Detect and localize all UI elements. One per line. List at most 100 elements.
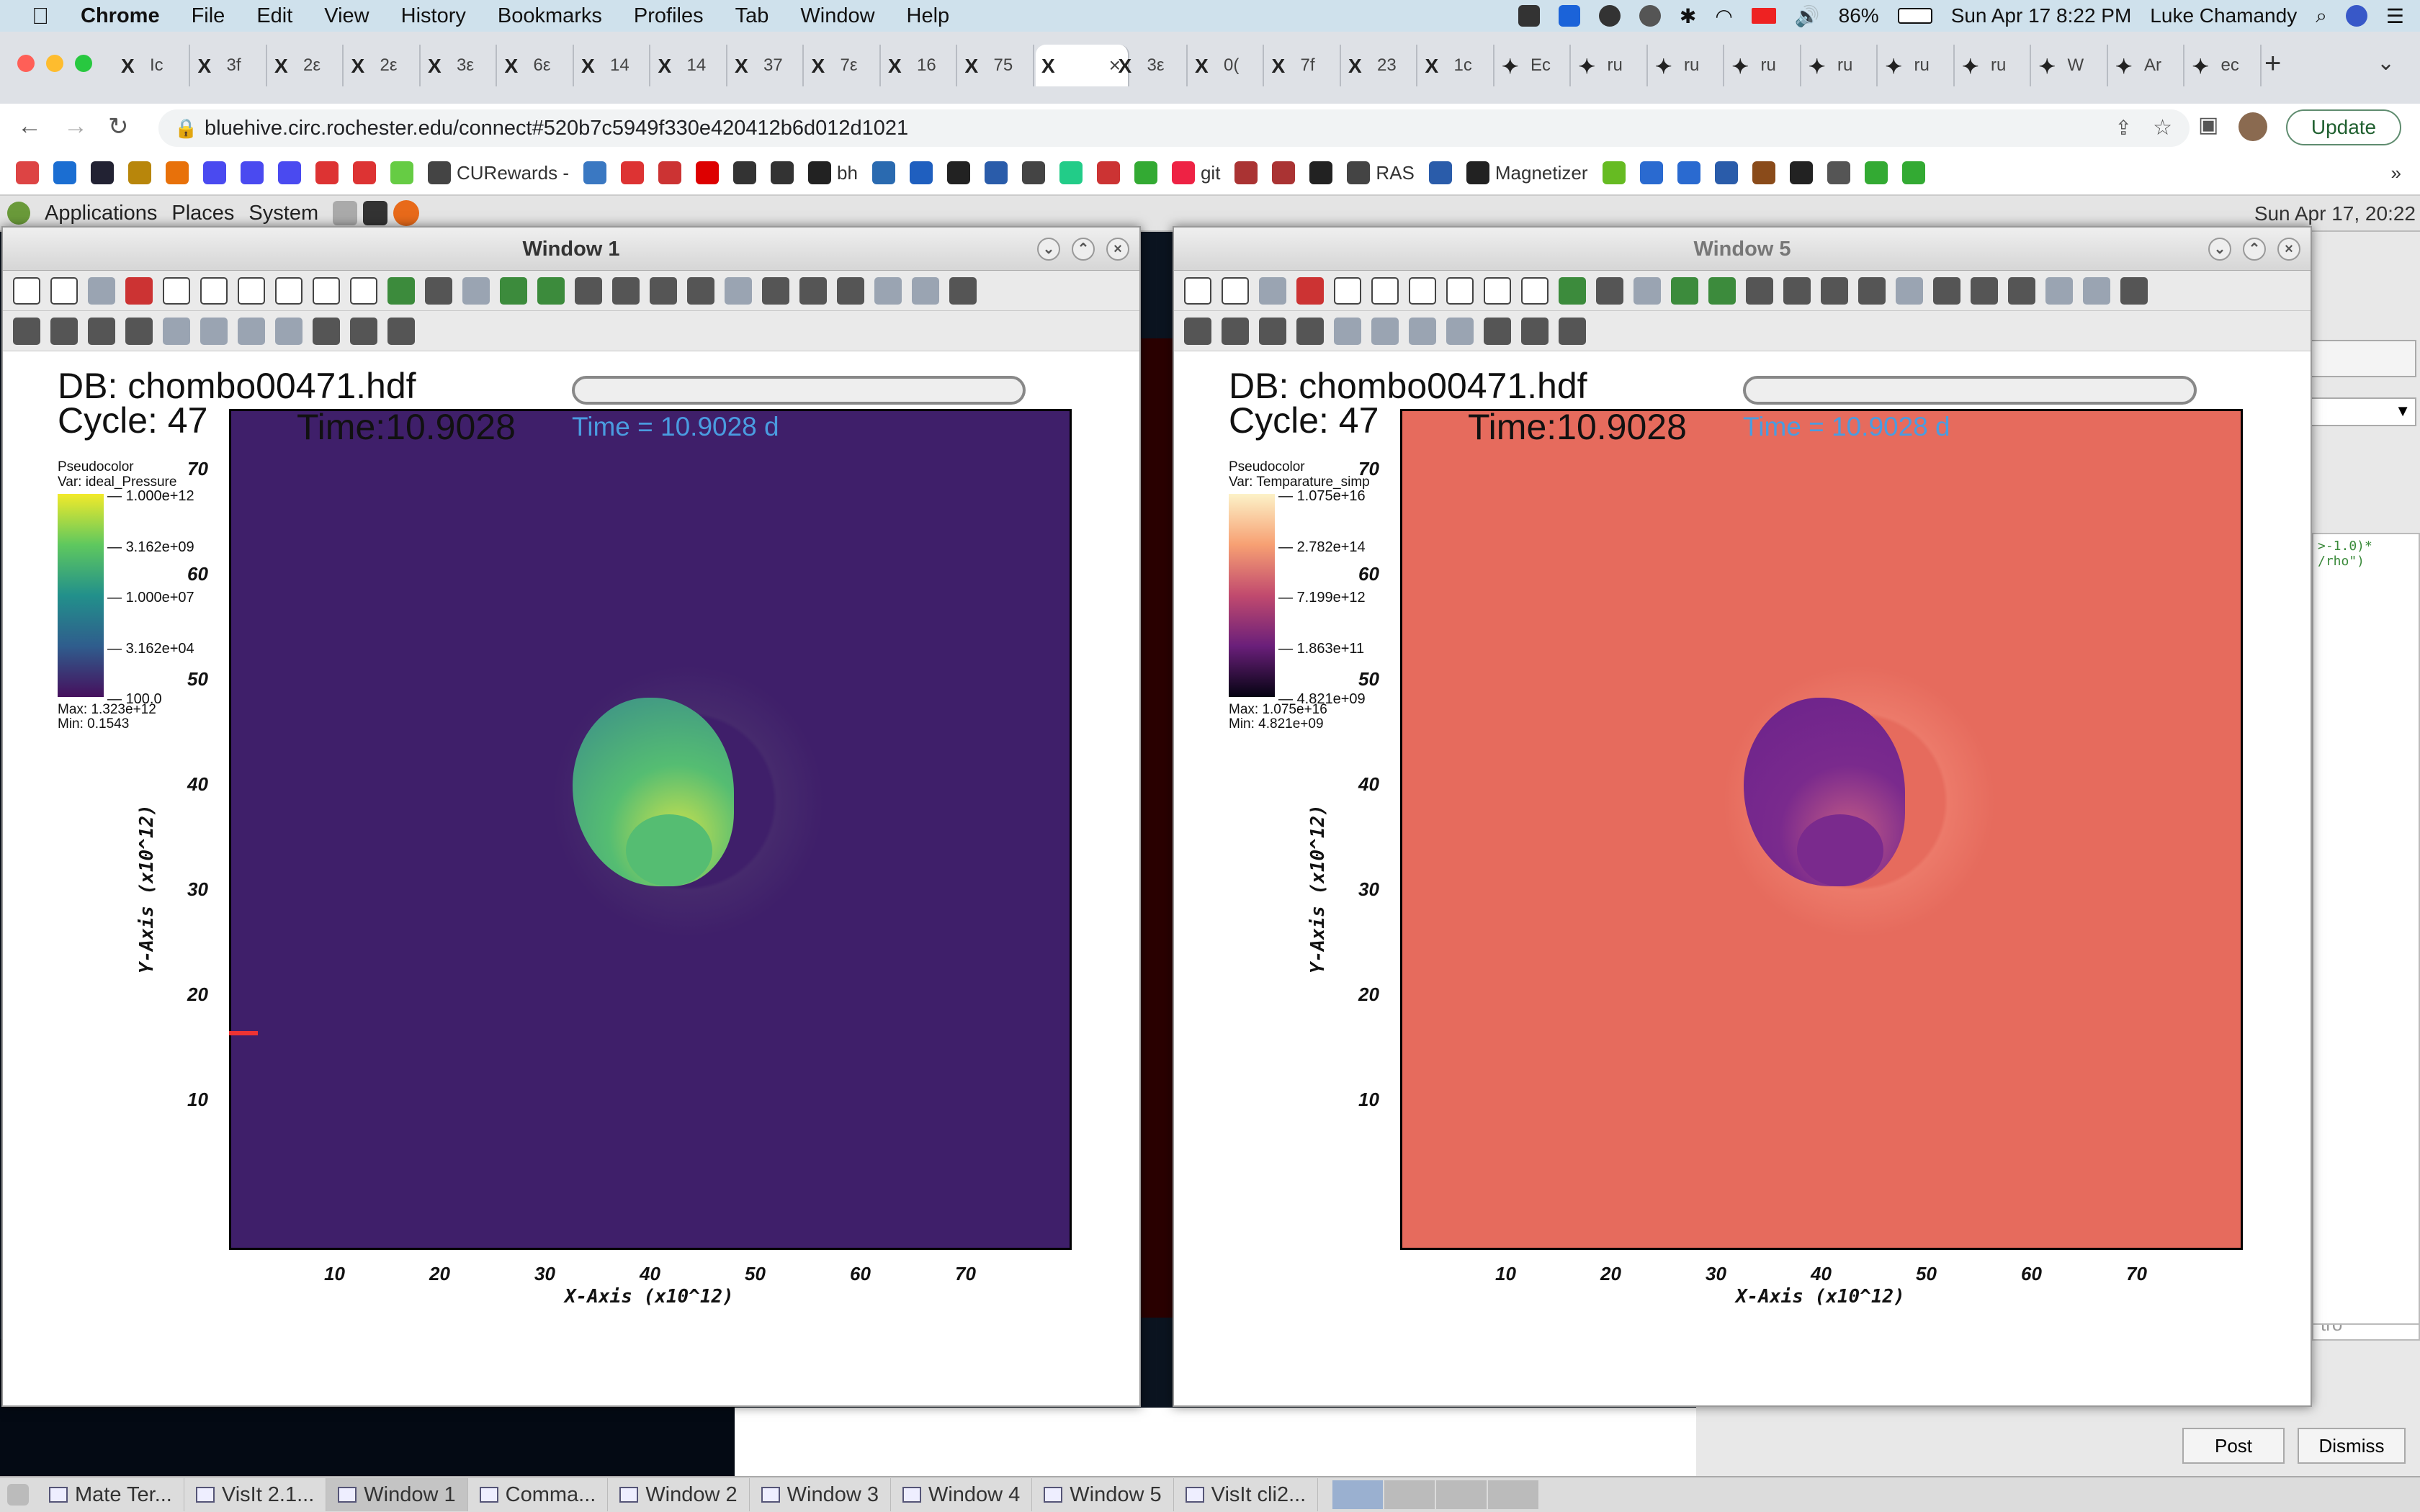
browser-tab[interactable]: X 16 bbox=[882, 45, 957, 86]
toolbar-button-icon[interactable] bbox=[650, 276, 677, 305]
bookmark-item[interactable] bbox=[1714, 161, 1738, 184]
tab-search-icon[interactable]: ⌄ bbox=[2377, 50, 2395, 76]
mac-menu-edit[interactable]: Edit bbox=[256, 4, 292, 28]
dialog-dropdown[interactable]: ▼ bbox=[2308, 397, 2416, 426]
menu-clock[interactable]: Sun Apr 17 8:22 PM bbox=[1951, 4, 2132, 27]
bookmark-item[interactable] bbox=[278, 161, 301, 184]
bookmark-item[interactable] bbox=[733, 161, 757, 184]
bookmark-item[interactable] bbox=[353, 161, 376, 184]
browser-tab[interactable]: ✦ ru bbox=[1649, 45, 1724, 86]
bookmark-item[interactable] bbox=[1864, 161, 1888, 184]
interaction-tool-icon[interactable] bbox=[387, 317, 415, 345]
interaction-tool-icon[interactable] bbox=[1371, 317, 1399, 345]
bookmark-item[interactable] bbox=[1309, 161, 1333, 184]
pseudocolor-plot[interactable] bbox=[229, 409, 1072, 1250]
lock-icon[interactable]: 🔒 bbox=[174, 109, 197, 147]
maximize-icon[interactable]: ⌃ bbox=[1072, 238, 1095, 261]
toolbar-button-icon[interactable] bbox=[1634, 276, 1661, 305]
toolbar-button-icon[interactable] bbox=[238, 276, 265, 305]
mac-menu-file[interactable]: File bbox=[192, 4, 225, 28]
user-name[interactable]: Luke Chamandy bbox=[2150, 4, 2297, 27]
browser-tab[interactable]: X 7f bbox=[1266, 45, 1341, 86]
toolbar-button-icon[interactable] bbox=[1746, 276, 1773, 305]
interaction-tool-icon[interactable] bbox=[88, 317, 115, 345]
show-desktop-icon[interactable] bbox=[7, 1484, 29, 1506]
toolbar-button-icon[interactable] bbox=[387, 276, 415, 305]
bluetooth-icon[interactable]: ✱ bbox=[1680, 4, 1696, 28]
mac-menu-tab[interactable]: Tab bbox=[735, 4, 769, 28]
battery-icon[interactable] bbox=[1897, 8, 1932, 24]
zoom-window-icon[interactable] bbox=[75, 55, 92, 72]
update-button[interactable]: Update bbox=[2286, 109, 2401, 145]
bookmark-item[interactable] bbox=[1428, 161, 1452, 184]
browser-tab[interactable]: X 23 bbox=[1343, 45, 1417, 86]
bookmark-item[interactable] bbox=[871, 161, 895, 184]
browser-tab[interactable]: X 2ε bbox=[346, 45, 421, 86]
bookmark-item[interactable] bbox=[1602, 161, 1626, 184]
close-icon[interactable]: × bbox=[2277, 238, 2300, 261]
toolbar-button-icon[interactable] bbox=[575, 276, 602, 305]
interaction-tool-icon[interactable] bbox=[13, 317, 40, 345]
browser-tab[interactable]: X 6ε bbox=[499, 45, 574, 86]
taskbar-item[interactable]: VisIt 2.1... bbox=[184, 1478, 327, 1511]
interaction-tool-icon[interactable] bbox=[1184, 317, 1211, 345]
toolbar-button-icon[interactable] bbox=[687, 276, 714, 305]
bookmark-item[interactable] bbox=[128, 161, 151, 184]
forward-icon[interactable]: → bbox=[63, 112, 88, 140]
interaction-tool-icon[interactable] bbox=[1521, 317, 1549, 345]
browser-tab[interactable]: X 3f bbox=[192, 45, 267, 86]
status-app-icon[interactable] bbox=[1518, 5, 1540, 27]
toolbar-button-icon[interactable] bbox=[1484, 276, 1511, 305]
toolbar-button-icon[interactable] bbox=[1259, 276, 1286, 305]
toolbar-button-icon[interactable] bbox=[2083, 276, 2110, 305]
taskbar-item[interactable]: Window 2 bbox=[608, 1478, 750, 1511]
toolbar-button-icon[interactable] bbox=[1559, 276, 1586, 305]
wifi-icon[interactable]: ◠ bbox=[1715, 4, 1732, 28]
toolbar-button-icon[interactable] bbox=[200, 276, 228, 305]
window-title-bar[interactable]: Window 1 ⌄ ⌃ × bbox=[3, 228, 1139, 271]
bookmark-item[interactable] bbox=[1789, 161, 1813, 184]
mate-menu-places[interactable]: Places bbox=[171, 202, 234, 225]
browser-tab[interactable]: ✦ ru bbox=[1956, 45, 2031, 86]
bookmark-item[interactable] bbox=[984, 161, 1008, 184]
bookmark-item[interactable] bbox=[1752, 161, 1775, 184]
bookmark-item[interactable] bbox=[315, 161, 339, 184]
bookmark-item[interactable] bbox=[621, 161, 645, 184]
interaction-tool-icon[interactable] bbox=[1559, 317, 1586, 345]
toolbar-button-icon[interactable] bbox=[313, 276, 340, 305]
interaction-tool-icon[interactable] bbox=[350, 317, 377, 345]
dialog-code-area[interactable]: >-1.0)* /rho") bbox=[2312, 533, 2420, 1325]
toolbar-button-icon[interactable] bbox=[949, 276, 977, 305]
mac-menu-profiles[interactable]: Profiles bbox=[634, 4, 704, 28]
interaction-tool-icon[interactable] bbox=[1296, 317, 1324, 345]
bookmark-item[interactable] bbox=[1134, 161, 1157, 184]
terminal-launcher-icon[interactable] bbox=[363, 201, 388, 225]
minimize-window-icon[interactable] bbox=[46, 55, 63, 72]
toolbar-button-icon[interactable] bbox=[1296, 276, 1324, 305]
flag-icon[interactable] bbox=[1751, 8, 1776, 24]
toolbar-button-icon[interactable] bbox=[1409, 276, 1436, 305]
toolbar-button-icon[interactable] bbox=[350, 276, 377, 305]
time-slider[interactable] bbox=[572, 376, 1026, 405]
browser-tab[interactable]: ✦ ru bbox=[1880, 45, 1955, 86]
toolbar-button-icon[interactable] bbox=[1334, 276, 1361, 305]
close-icon[interactable]: × bbox=[1106, 238, 1129, 261]
interaction-tool-icon[interactable] bbox=[313, 317, 340, 345]
bookmark-item[interactable] bbox=[1234, 161, 1258, 184]
spotlight-icon[interactable]: ⌕ bbox=[2316, 4, 2327, 28]
toolbar-button-icon[interactable] bbox=[1896, 276, 1923, 305]
toolbar-button-icon[interactable] bbox=[1222, 276, 1249, 305]
browser-tab[interactable]: ✦ Ec bbox=[1496, 45, 1571, 86]
app-menu[interactable]: Chrome bbox=[81, 4, 160, 28]
taskbar-item[interactable]: Comma... bbox=[468, 1478, 609, 1511]
mac-menu-window[interactable]: Window bbox=[800, 4, 874, 28]
toolbar-button-icon[interactable] bbox=[13, 276, 40, 305]
toolbar-button-icon[interactable] bbox=[537, 276, 565, 305]
bookmark-item[interactable]: RAS bbox=[1347, 161, 1415, 184]
bookmark-item[interactable] bbox=[1096, 161, 1120, 184]
bookmark-item[interactable] bbox=[166, 161, 189, 184]
toolbar-button-icon[interactable] bbox=[1521, 276, 1549, 305]
mac-menu-view[interactable]: View bbox=[324, 4, 369, 28]
browser-tab[interactable]: X 0( bbox=[1189, 45, 1264, 86]
bookmark-item[interactable] bbox=[946, 161, 970, 184]
